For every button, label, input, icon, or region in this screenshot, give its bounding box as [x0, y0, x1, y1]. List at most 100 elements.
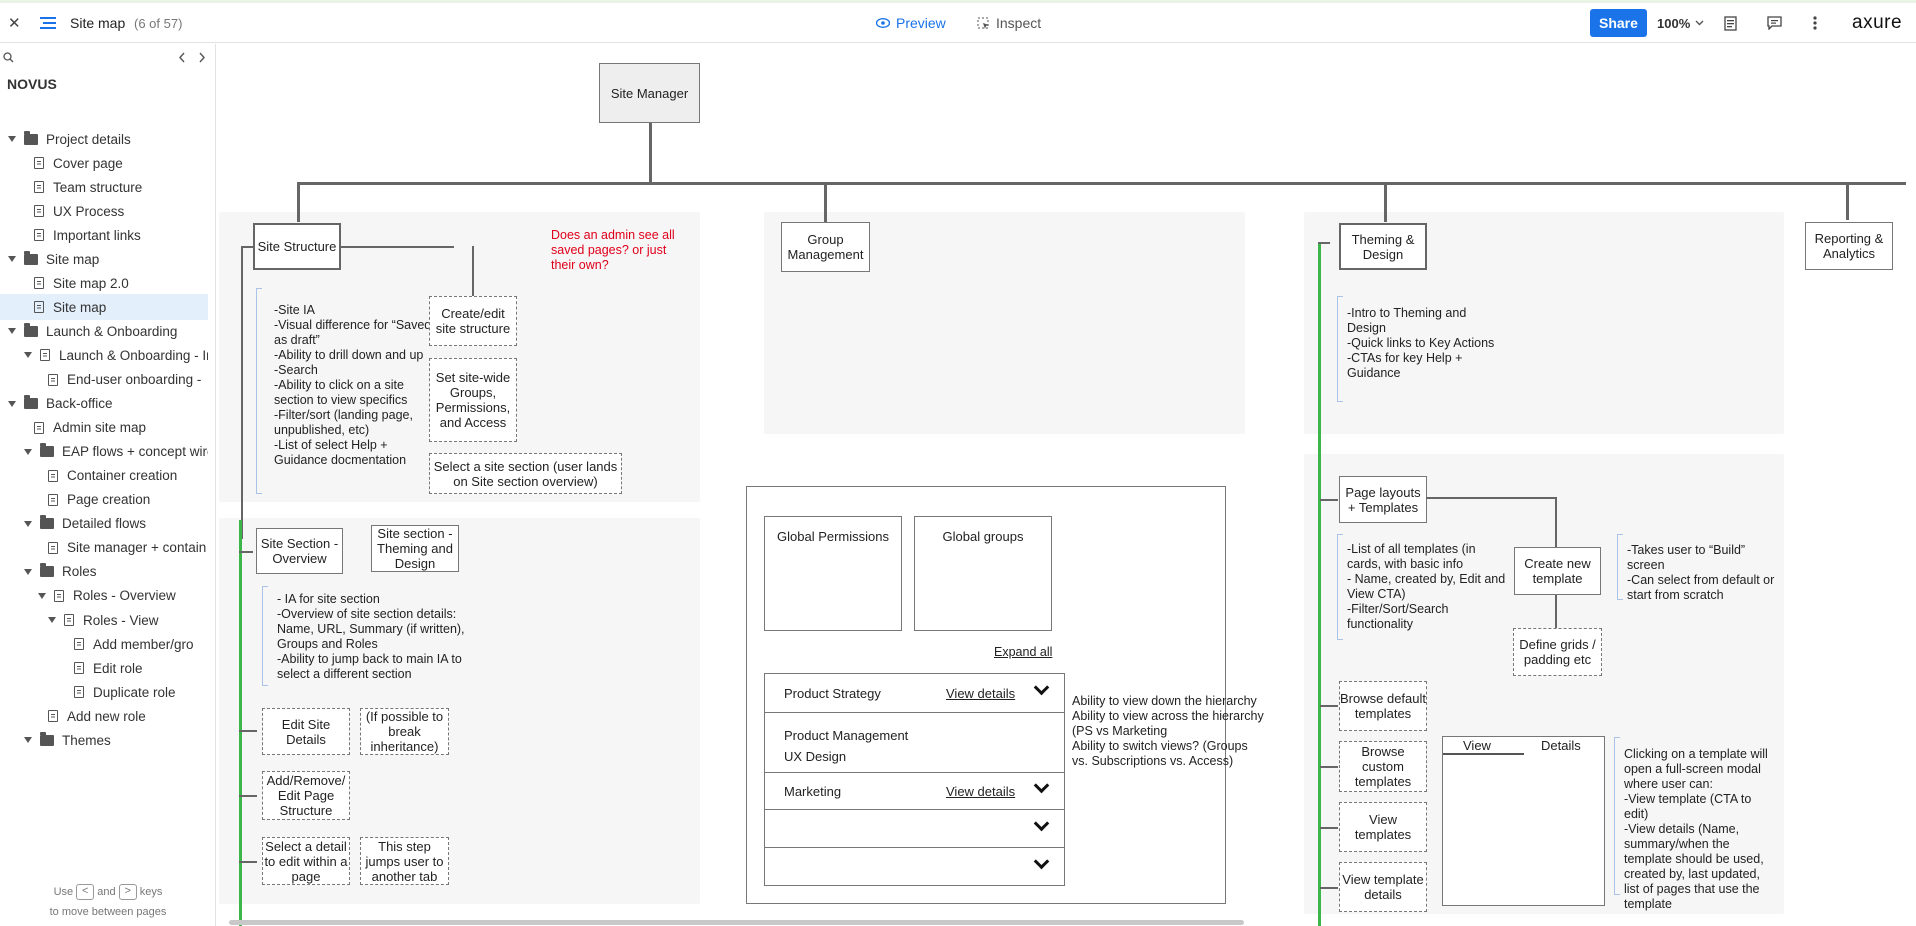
tree-item-label: EAP flows + concept wires — [62, 444, 208, 460]
break-inheritance-node[interactable]: (If possible to break inheritance) — [360, 708, 449, 755]
chevron-left-icon[interactable] — [178, 50, 186, 68]
tree-item[interactable]: Important links — [0, 222, 208, 248]
section-overview-node[interactable]: Site Section - Overview — [256, 528, 343, 574]
caret-down-icon[interactable] — [24, 448, 32, 455]
comments-icon[interactable] — [1767, 3, 1782, 43]
theming-design-node[interactable]: Theming & Design — [1339, 223, 1427, 270]
inspect-icon — [977, 17, 990, 30]
tree-item[interactable]: Themes — [0, 727, 208, 753]
close-icon[interactable]: ✕ — [8, 3, 21, 43]
set-sitewide-node[interactable]: Set site-wide Groups, Permissions, and A… — [429, 358, 517, 442]
group-row[interactable] — [764, 809, 1065, 848]
group-row[interactable]: Product Management UX Design — [764, 712, 1065, 773]
tree-item[interactable]: Site map — [0, 294, 208, 321]
edit-site-details-node[interactable]: Edit Site Details — [262, 708, 350, 755]
diagram-canvas[interactable]: Site Manager Site Structure Does an admi… — [217, 44, 1906, 926]
tree-item[interactable]: Site map 2.0 — [0, 270, 208, 296]
global-permissions-card[interactable]: Global Permissions — [764, 516, 902, 631]
view-template-details-node[interactable]: View template details — [1339, 862, 1427, 912]
tree-item[interactable]: EAP flows + concept wires — [0, 439, 208, 465]
chevron-down-icon[interactable] — [1033, 815, 1050, 832]
site-manager-node[interactable]: Site Manager — [599, 63, 700, 123]
chevron-down-icon[interactable] — [1033, 679, 1050, 696]
tree-item[interactable]: Detailed flows — [0, 511, 208, 537]
section-theming-node[interactable]: Site section - Theming and Design — [371, 525, 459, 572]
tree-item[interactable]: Add member/gro — [0, 631, 208, 657]
tree-item[interactable]: Site manager + contain — [0, 535, 208, 561]
step-jumps-node[interactable]: This step jumps user to another tab — [360, 837, 449, 885]
group-row[interactable] — [764, 847, 1065, 886]
tab-view[interactable]: View — [1463, 738, 1491, 753]
tree-item[interactable]: Duplicate role — [0, 679, 208, 705]
tree-item[interactable]: Admin site map — [0, 415, 208, 441]
caret-down-icon[interactable] — [8, 400, 16, 407]
site-structure-node[interactable]: Site Structure — [253, 223, 341, 270]
caret-down-icon[interactable] — [48, 617, 56, 623]
create-template-node[interactable]: Create new template — [1514, 547, 1601, 595]
hint-line2: to move between pages — [49, 906, 167, 918]
tree-item[interactable]: Back-office — [0, 391, 208, 417]
tree-item[interactable]: Team structure — [0, 174, 208, 200]
tree-item[interactable]: Cover page — [0, 150, 208, 176]
folder-icon — [40, 731, 54, 746]
menu-icon[interactable] — [40, 3, 56, 43]
caret-down-icon[interactable] — [24, 737, 32, 744]
view-templates-node[interactable]: View templates — [1339, 802, 1427, 852]
tree-item-label: Roles - View — [83, 612, 159, 628]
caret-down-icon[interactable] — [24, 520, 32, 527]
view-details-link[interactable]: View details — [946, 784, 1015, 799]
define-grids-node[interactable]: Define grids / padding etc — [1513, 628, 1602, 676]
browse-custom-node[interactable]: Browse custom templates — [1339, 741, 1427, 792]
notes-icon[interactable] — [1724, 3, 1737, 43]
global-groups-card[interactable]: Global groups — [914, 516, 1052, 631]
preview-button[interactable]: Preview — [876, 3, 946, 43]
caret-down-icon[interactable] — [8, 136, 16, 142]
chevron-down-icon[interactable] — [1033, 853, 1050, 870]
tree-item[interactable]: Roles - View — [0, 607, 208, 633]
chevron-down-icon[interactable] — [1033, 777, 1050, 794]
select-detail-node[interactable]: Select a detail to edit within a page — [262, 837, 350, 885]
tree-item[interactable]: End-user onboarding - — [0, 367, 208, 393]
caret-down-icon[interactable] — [24, 568, 32, 575]
caret-down-icon[interactable] — [8, 328, 16, 335]
tree-item[interactable]: Edit role — [0, 655, 208, 681]
tree-item-label: End-user onboarding - — [67, 372, 202, 387]
more-options-icon[interactable] — [1813, 3, 1817, 43]
tree-item[interactable]: Site map — [0, 246, 208, 272]
tab-details[interactable]: Details — [1541, 738, 1581, 753]
search-icon[interactable] — [3, 50, 14, 68]
folder-icon — [24, 250, 38, 265]
tree-item-label: Add member/gro — [93, 636, 194, 652]
group-management-node[interactable]: Group Management — [781, 222, 870, 272]
tree-item[interactable]: Project details — [0, 126, 208, 152]
add-remove-page-structure-node[interactable]: Add/Remove/ Edit Page Structure — [262, 771, 350, 820]
select-section-node[interactable]: Select a site section (user lands on Sit… — [429, 453, 622, 494]
group-row[interactable]: Marketing View details — [764, 772, 1065, 810]
inspect-button[interactable]: Inspect — [977, 3, 1041, 43]
view-details-link[interactable]: View details — [946, 686, 1015, 701]
page-layouts-node[interactable]: Page layouts + Templates — [1339, 476, 1427, 523]
page-icon — [74, 686, 84, 699]
tree-item[interactable]: Launch & Onboarding - In — [0, 342, 208, 368]
create-edit-structure-node[interactable]: Create/edit site structure — [429, 296, 517, 346]
horizontal-scrollbar[interactable] — [229, 920, 1244, 925]
tree-item[interactable]: Roles - Overview — [0, 583, 208, 609]
caret-down-icon[interactable] — [24, 352, 32, 359]
tree-item[interactable]: Roles — [0, 559, 208, 585]
tree-item[interactable]: UX Process — [0, 198, 208, 224]
tree-item[interactable]: Container creation — [0, 463, 208, 489]
folder-icon — [24, 130, 38, 145]
caret-down-icon[interactable] — [8, 256, 16, 263]
share-button[interactable]: Share — [1590, 9, 1647, 37]
caret-down-icon[interactable] — [38, 592, 46, 599]
tree-item[interactable]: Add new role — [0, 703, 208, 729]
tree-item[interactable]: Launch & Onboarding — [0, 318, 208, 344]
zoom-dropdown[interactable]: 100% — [1657, 3, 1704, 43]
group-row[interactable]: Product Strategy View details — [764, 673, 1065, 713]
expand-all-link[interactable]: Expand all — [994, 645, 1052, 660]
browse-default-node[interactable]: Browse default templates — [1339, 681, 1427, 731]
sidebar: NOVUS Project details Cover page Team stru… — [0, 44, 216, 926]
reporting-analytics-node[interactable]: Reporting & Analytics — [1805, 222, 1893, 270]
chevron-right-icon[interactable] — [198, 50, 206, 68]
tree-item[interactable]: Page creation — [0, 487, 208, 513]
